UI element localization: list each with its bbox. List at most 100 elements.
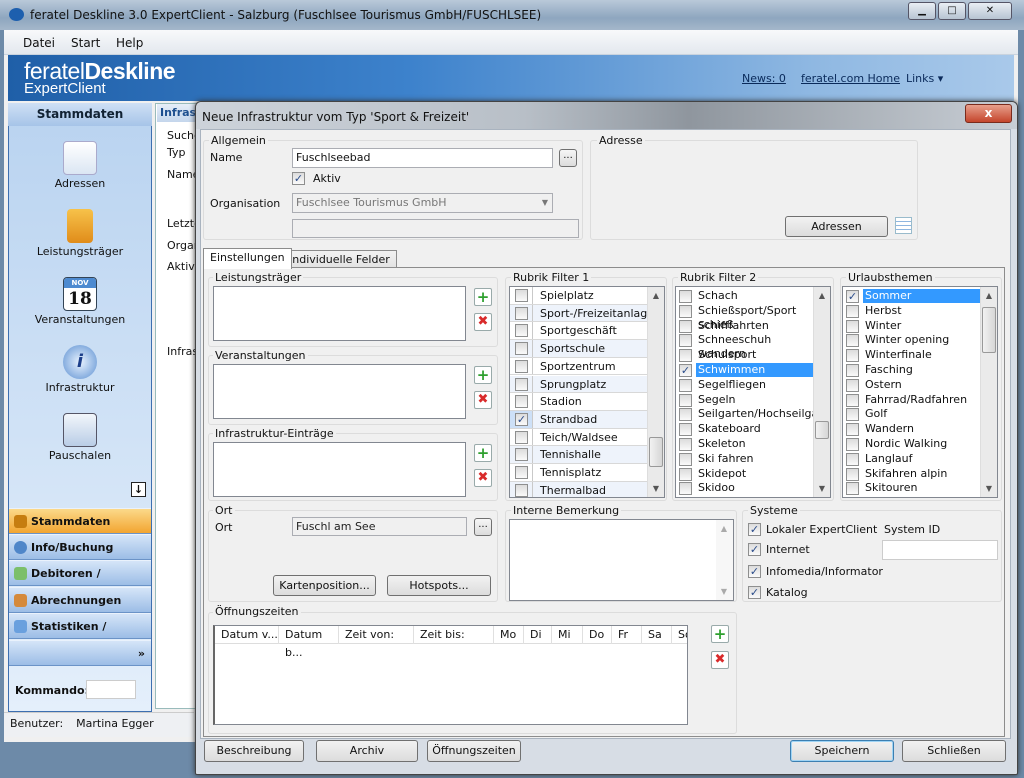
leistungstraeger-list[interactable] — [213, 286, 466, 341]
list-item[interactable]: Schießsport/Sport schieß — [676, 304, 813, 331]
remove-infrastruktur-button[interactable]: ✖ — [474, 469, 492, 487]
checkbox[interactable] — [515, 324, 528, 338]
list-item[interactable]: Winterfinale — [843, 348, 980, 363]
sidebar-item-infrastruktur[interactable]: i Infrastruktur — [8, 345, 152, 394]
list-item[interactable]: Sportzentrum — [510, 357, 647, 376]
checkbox[interactable] — [846, 393, 859, 407]
checkbox[interactable] — [515, 466, 528, 479]
close-button[interactable]: ✕ — [968, 2, 1012, 20]
system-id-input[interactable] — [882, 540, 998, 560]
list-item[interactable]: Ostern — [843, 378, 980, 393]
nav-stammdaten[interactable]: Stammdaten — [9, 508, 151, 534]
list-item[interactable]: Sprungplatz — [510, 375, 647, 394]
list-item[interactable]: Stadion — [510, 393, 647, 411]
rubrik1-list[interactable]: Thermalbad Tennisplatz Tennishalle Teich/Wa… — [509, 286, 665, 498]
urlaubsthemen-list[interactable]: Skitouren Skifahren alpin Langlauf Nordic W… — [842, 286, 998, 498]
list-item[interactable]: Sport-/Freizeitanlage — [510, 304, 654, 323]
address-list-icon[interactable] — [895, 217, 912, 234]
checkbox[interactable] — [846, 438, 859, 451]
checkbox[interactable] — [846, 349, 859, 363]
list-item[interactable]: ✓ Strandbad — [510, 410, 647, 429]
ort-browse-button[interactable]: ... — [474, 518, 492, 536]
list-item[interactable]: Skidepot — [676, 467, 813, 482]
oeffnungszeiten-button[interactable]: Öffnungszeiten — [427, 740, 521, 762]
checkbox[interactable] — [679, 423, 692, 437]
checkbox[interactable] — [679, 304, 692, 318]
checkbox[interactable] — [679, 334, 692, 348]
list-item[interactable]: Nordic Walking — [843, 437, 980, 452]
checkbox[interactable] — [679, 438, 692, 451]
checkbox[interactable] — [679, 482, 692, 496]
system-checkbox[interactable]: ✓ — [748, 586, 761, 599]
checkbox[interactable]: ✓ — [846, 290, 859, 303]
menu-start[interactable]: Start — [71, 36, 100, 50]
adressen-button[interactable]: Adressen — [785, 216, 888, 237]
nav-statistiken[interactable]: Statistiken / Reports — [9, 613, 151, 658]
checkbox[interactable] — [515, 306, 528, 320]
name-browse-button[interactable]: ... — [559, 149, 577, 167]
list-item[interactable]: Fahrrad/Radfahren — [843, 393, 980, 408]
menu-help[interactable]: Help — [116, 36, 143, 50]
checkbox[interactable] — [515, 448, 528, 462]
checkbox[interactable] — [679, 319, 692, 333]
list-item[interactable]: Skidoo — [676, 481, 813, 496]
checkbox[interactable] — [515, 342, 528, 356]
news-link[interactable]: News: 0 — [742, 72, 786, 85]
list-item[interactable]: Skitouren — [843, 481, 980, 496]
scrollbar[interactable]: ▲ ▼ — [647, 287, 664, 497]
sidebar-item-pauschalen[interactable]: Pauschalen — [8, 413, 152, 462]
remove-oeffnungszeit-button[interactable]: ✖ — [711, 651, 729, 669]
list-item[interactable]: Winter opening — [843, 333, 980, 348]
links-dropdown[interactable]: Links ▾ — [906, 72, 943, 85]
list-item[interactable]: ✓ Sommer — [843, 289, 980, 304]
column-header[interactable]: Mi — [552, 626, 583, 644]
list-item[interactable]: Skateboard — [676, 422, 813, 437]
scrollbar[interactable]: ▲ ▼ — [980, 287, 997, 497]
list-item[interactable]: Winter — [843, 319, 980, 334]
checkbox[interactable] — [846, 319, 859, 333]
column-header[interactable]: Di — [524, 626, 552, 644]
checkbox[interactable] — [846, 482, 859, 496]
column-header[interactable]: Fr — [612, 626, 642, 644]
checkbox[interactable] — [679, 349, 692, 363]
list-item[interactable]: Ski fahren — [676, 452, 813, 467]
column-header[interactable]: Datum v... — [215, 626, 279, 644]
list-item[interactable]: Segeln — [676, 393, 813, 408]
list-item[interactable]: Sportgeschäft — [510, 322, 647, 341]
list-item[interactable]: Seilgarten/Hochseilgarten — [676, 407, 830, 422]
checkbox[interactable] — [515, 359, 528, 373]
checkbox[interactable] — [846, 304, 859, 318]
list-item[interactable]: Langlauf — [843, 452, 980, 467]
speichern-button[interactable]: Speichern — [790, 740, 894, 762]
dialog-close-button[interactable]: x — [965, 104, 1012, 123]
list-item[interactable]: Tennisplatz — [510, 464, 647, 482]
checkbox[interactable] — [515, 377, 528, 391]
list-item[interactable]: Schach — [676, 289, 813, 304]
kartenposition-button[interactable]: Kartenposition... — [273, 575, 376, 596]
nav-abrechnungen[interactable]: Abrechnungen — [9, 587, 151, 613]
minimize-button[interactable]: ▁ — [908, 2, 936, 20]
system-checkbox[interactable]: ✓ — [748, 523, 761, 536]
list-item[interactable]: Fasching — [843, 363, 980, 378]
bemerkung-textarea[interactable]: ▲ ▼ — [509, 519, 734, 601]
name-input[interactable]: Fuschlseebad — [292, 148, 553, 168]
column-header[interactable]: Zeit bis: — [414, 626, 494, 644]
aktiv-checkbox[interactable]: ✓ — [292, 172, 305, 185]
checkbox[interactable] — [679, 290, 692, 303]
column-header[interactable]: So — [672, 626, 687, 644]
list-item[interactable]: Skifahren alpin — [843, 467, 980, 482]
checkbox[interactable] — [846, 378, 859, 392]
menu-datei[interactable]: Datei — [23, 36, 55, 50]
maximize-button[interactable]: □ — [938, 2, 966, 20]
list-item[interactable]: Sportschule — [510, 340, 647, 358]
scrollbar[interactable]: ▲ ▼ — [716, 520, 733, 600]
column-header[interactable]: Do — [583, 626, 612, 644]
list-item[interactable]: Thermalbad — [510, 481, 647, 497]
add-veranstaltung-button[interactable]: + — [474, 366, 492, 384]
checkbox[interactable] — [515, 483, 528, 497]
nav-info-buchung[interactable]: Info/Buchung — [9, 534, 151, 560]
sidebar-item-adressen[interactable]: Adressen — [8, 141, 152, 190]
add-oeffnungszeit-button[interactable]: + — [711, 625, 729, 643]
hotspots-button[interactable]: Hotspots... — [387, 575, 491, 596]
list-item[interactable]: Segelfliegen — [676, 378, 813, 393]
